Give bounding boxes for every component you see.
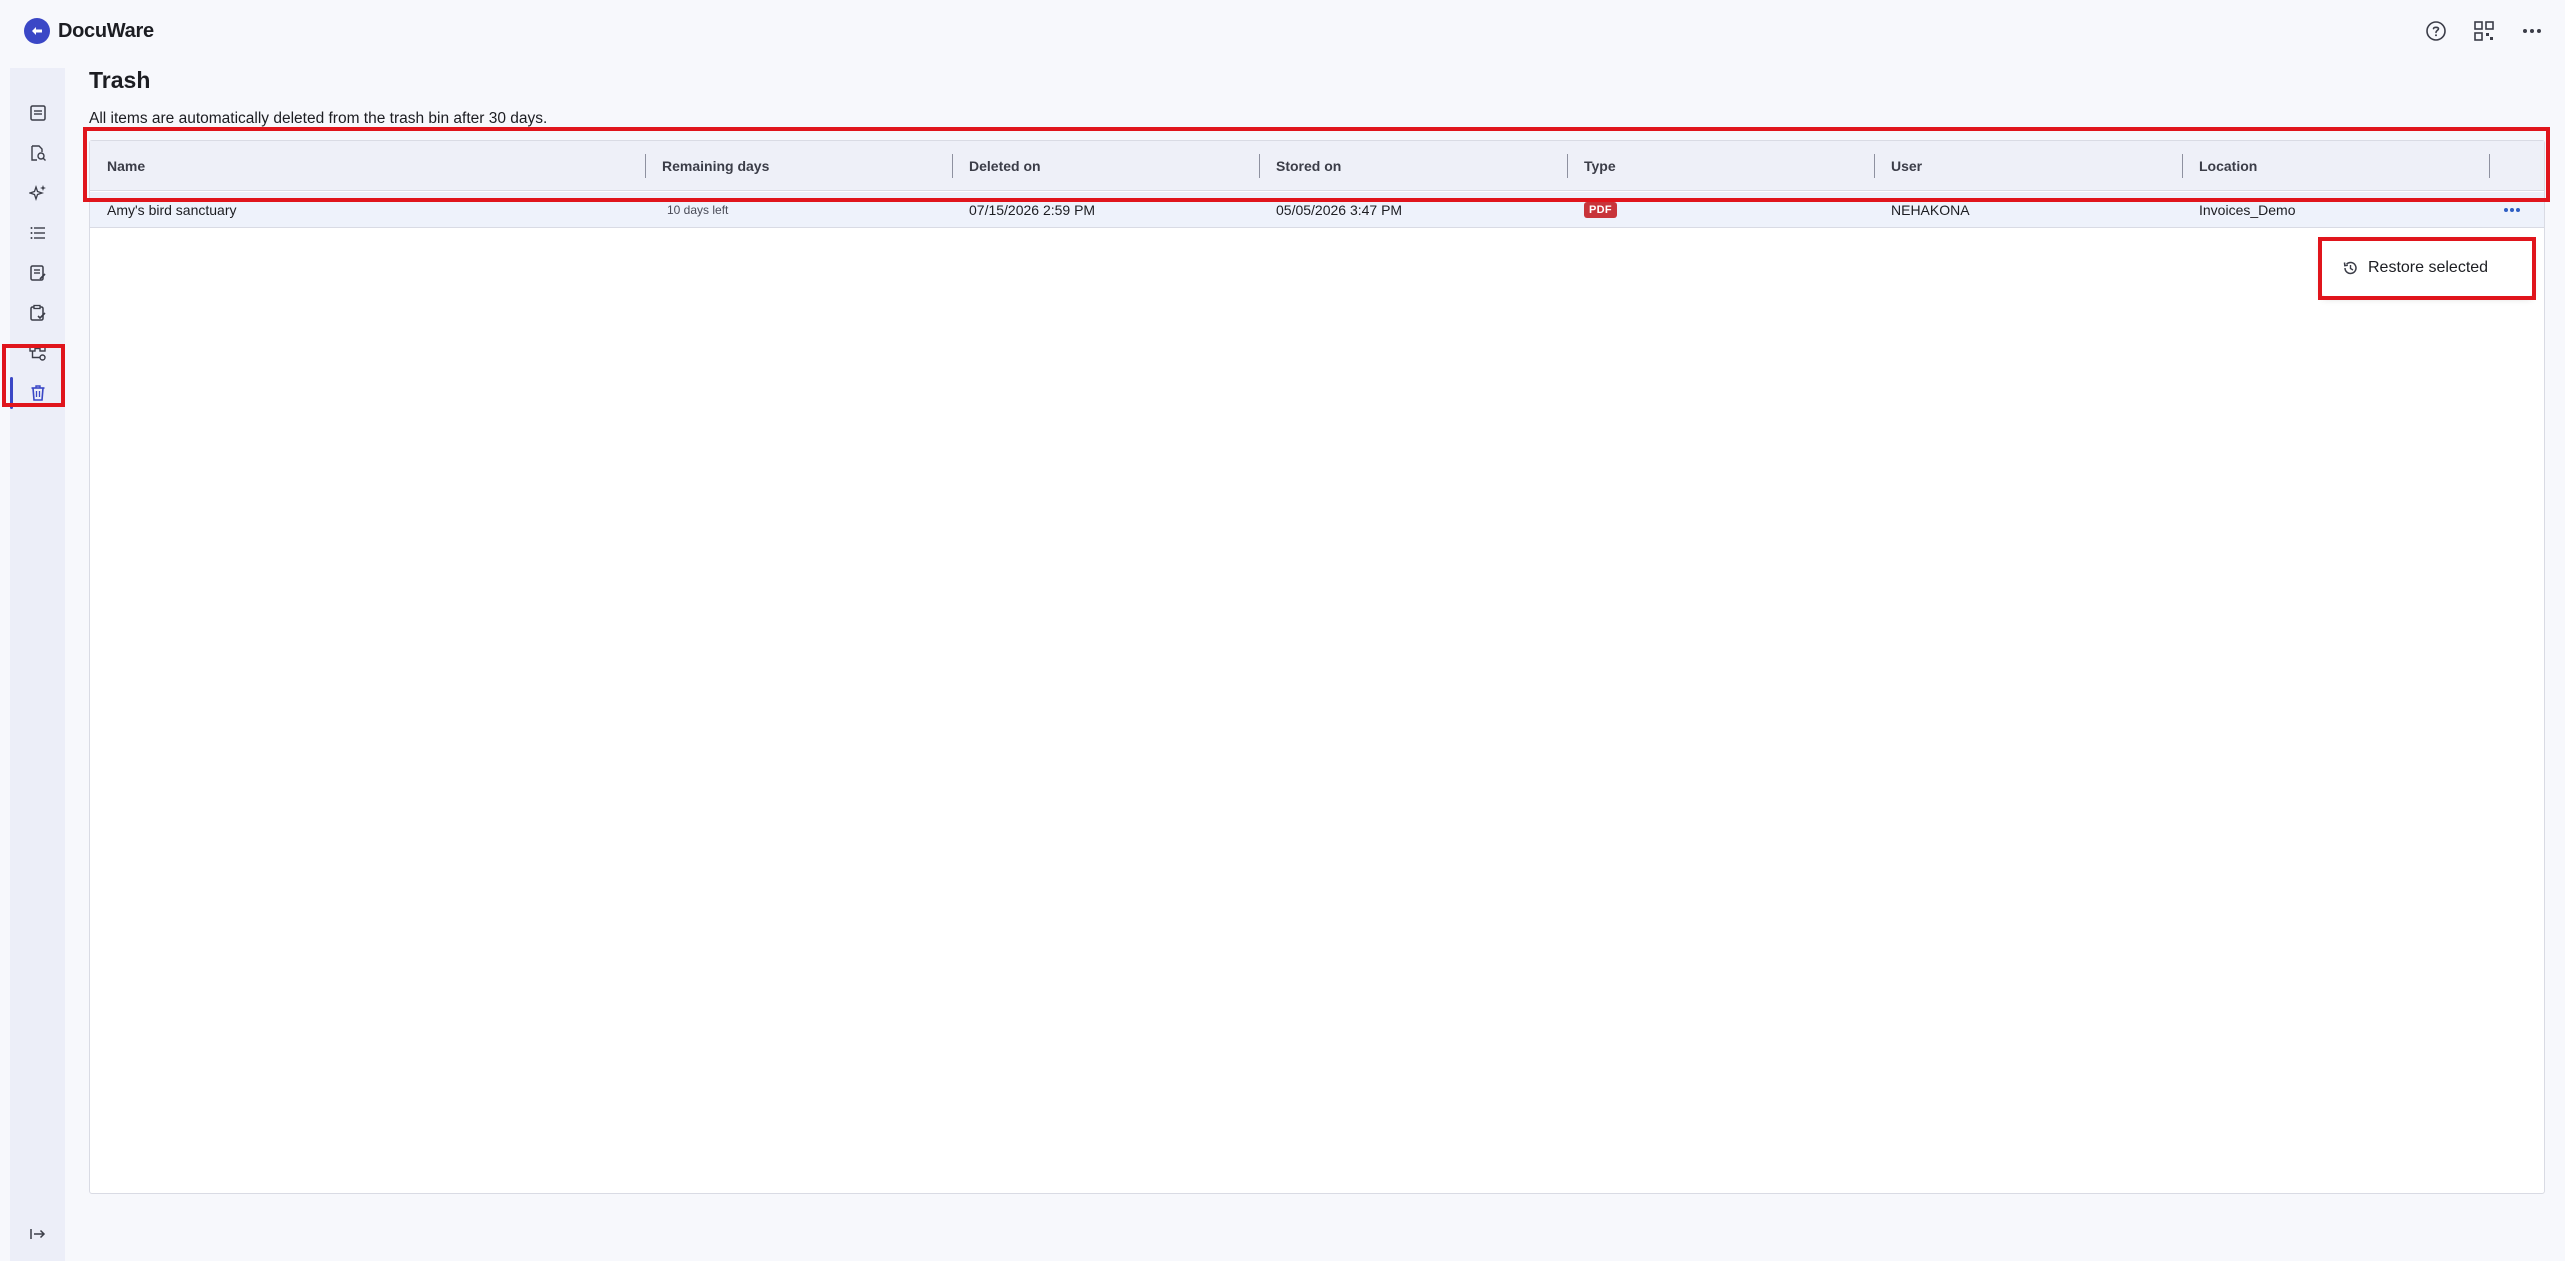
- more-icon: [2504, 208, 2520, 212]
- cell-type: PDF: [1567, 192, 1617, 228]
- more-options-button[interactable]: [2517, 16, 2547, 46]
- ai-sparkle-icon: [28, 184, 46, 202]
- page-title: Trash: [89, 67, 151, 93]
- restore-selected-menu-item[interactable]: Restore selected: [2322, 240, 2532, 296]
- column-header-user[interactable]: User: [1874, 141, 2182, 191]
- clipboard-check-icon: [29, 304, 46, 321]
- cell-location: Invoices_Demo: [2199, 202, 2296, 218]
- cell-stored-on: 05/05/2026 3:47 PM: [1276, 202, 1403, 218]
- column-header-remaining-days[interactable]: Remaining days: [645, 141, 952, 191]
- sidebar-item-lists[interactable]: [10, 213, 65, 253]
- sidebar-item-search[interactable]: [10, 133, 65, 173]
- column-resize-handle[interactable]: [2489, 154, 2490, 178]
- column-header-type[interactable]: Type: [1567, 141, 1874, 191]
- cell-name: Amy's bird sanctuary: [107, 202, 237, 218]
- top-bar: DocuWare: [0, 0, 2565, 60]
- sidebar-item-ai[interactable]: [10, 173, 65, 213]
- list-icon: [30, 227, 45, 239]
- column-header-deleted-on[interactable]: Deleted on: [952, 141, 1259, 191]
- sidebar-item-tasks[interactable]: [10, 293, 65, 333]
- sidebar-item-document-trays[interactable]: [10, 93, 65, 133]
- document-tray-icon: [29, 105, 46, 121]
- help-button[interactable]: [2421, 16, 2451, 46]
- table-row[interactable]: Amy's bird sanctuary 10 days left 07/15/…: [90, 192, 2544, 228]
- trash-table: Name Remaining days Deleted on Stored on…: [89, 140, 2545, 1194]
- cell-user: NEHAKONA: [1891, 202, 1970, 218]
- document-search-icon: [30, 145, 46, 161]
- app-name: DocuWare: [58, 19, 154, 42]
- docuware-logo-icon: [24, 18, 50, 44]
- sidebar: [10, 68, 65, 1261]
- qr-code-icon: [2474, 21, 2494, 41]
- form-icon: [29, 265, 46, 281]
- more-icon: [2523, 29, 2541, 33]
- sidebar-item-workflows[interactable]: [10, 333, 65, 373]
- column-header-name[interactable]: Name: [90, 141, 645, 191]
- trash-icon: [31, 385, 44, 401]
- column-header-stored-on[interactable]: Stored on: [1259, 141, 1567, 191]
- help-icon: [2426, 21, 2446, 41]
- restore-history-icon: [2343, 261, 2357, 275]
- sidebar-item-trash[interactable]: [10, 373, 65, 413]
- table-header: Name Remaining days Deleted on Stored on…: [90, 141, 2544, 191]
- restore-selected-label: Restore selected: [2368, 259, 2489, 276]
- collapse-arrow-icon: [29, 1229, 45, 1239]
- sidebar-collapse-button[interactable]: [10, 1219, 65, 1249]
- row-context-menu: Restore selected: [2322, 240, 2532, 296]
- workflow-icon: [28, 345, 46, 361]
- cell-deleted-on: 07/15/2026 2:59 PM: [969, 202, 1096, 218]
- qr-code-button[interactable]: [2469, 16, 2499, 46]
- page-description: All items are automatically deleted from…: [89, 110, 548, 127]
- sidebar-item-forms[interactable]: [10, 253, 65, 293]
- row-more-button[interactable]: [2498, 198, 2526, 222]
- cell-remaining-days: 10 days left: [667, 203, 729, 217]
- app-logo[interactable]: DocuWare: [24, 18, 154, 44]
- pdf-file-icon: PDF: [1584, 202, 1617, 218]
- column-header-location[interactable]: Location: [2182, 141, 2489, 191]
